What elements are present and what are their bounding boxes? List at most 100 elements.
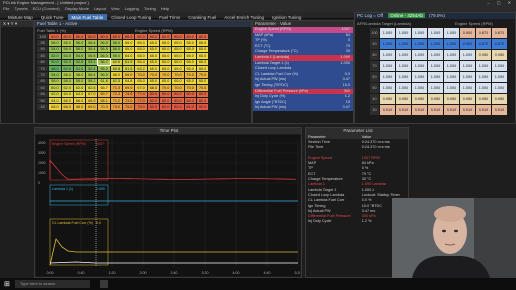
lambda-table-cell[interactable]: 1.000: [379, 38, 396, 50]
lambda-table-cell[interactable]: 0.950: [443, 93, 460, 105]
lambda-table-cell[interactable]: 1.000: [379, 27, 396, 39]
fuel-table-cell[interactable]: 75.0: [122, 103, 136, 111]
fuel-table-cell[interactable]: 82.0: [146, 103, 160, 111]
lambda-table-cell[interactable]: 0.900: [459, 27, 476, 39]
lambda-table-cell[interactable]: 1.000: [427, 82, 444, 94]
lambda-table-cell[interactable]: 1.000: [379, 71, 396, 83]
fuel-table-cell[interactable]: 66.0: [48, 103, 62, 111]
fuel-table-title: Fuel Table 1 - Active: [37, 21, 78, 26]
lambda-table-cell[interactable]: 0.870: [491, 38, 508, 50]
lambda-table-cell[interactable]: 1.000: [395, 49, 412, 61]
lambda-table-cell[interactable]: 1.000: [459, 60, 476, 72]
time-plot-chart[interactable]: 0:00 0:40 1:20 2:00 2:40 3:20 4:00 4:40 5:20 4000…: [36, 135, 300, 276]
lambda-table-cell[interactable]: 1.000: [491, 71, 508, 83]
menu-item-2[interactable]: ECU (Connect): [33, 6, 60, 11]
lambda-table-cell[interactable]: 0.870: [475, 27, 492, 39]
lambda-table-cell[interactable]: 0.910: [443, 104, 460, 116]
lambda-table-cell[interactable]: 1.000: [475, 71, 492, 83]
lambda-table-cell[interactable]: 1.000: [427, 60, 444, 72]
lambda-table-cell[interactable]: 1.000: [491, 82, 508, 94]
lambda-table-cell[interactable]: 1.000: [443, 49, 460, 61]
lambda-table-cell[interactable]: 1.000: [443, 82, 460, 94]
lambda-table-cell[interactable]: 0.910: [395, 104, 412, 116]
lambda-table-cell[interactable]: 0.950: [459, 93, 476, 105]
taskbar-app-icon[interactable]: [100, 280, 108, 288]
lambda-table-cell[interactable]: 1.000: [443, 60, 460, 72]
fuel-table-cell[interactable]: 82.0: [195, 103, 210, 111]
lambda-table-cell[interactable]: 1.000: [411, 38, 428, 50]
lambda-table-cell[interactable]: 1.000: [411, 27, 428, 39]
lambda-table-cell[interactable]: 1.000: [379, 49, 396, 61]
fuel-table-cell[interactable]: 68.0: [72, 103, 87, 111]
lambda-table-grid[interactable]: 100 1.000 1.000 1.000 1.000 1.000 0.900 0.870 0.…: [369, 27, 508, 116]
fuel-table-cell[interactable]: 70.0: [97, 103, 111, 111]
lambda-table-cell[interactable]: 1.000: [411, 49, 428, 61]
online-status-badge: Online - 4254Ab: [388, 13, 425, 18]
lambda-table-cell[interactable]: 0.950: [427, 93, 444, 105]
lambda-table-cell[interactable]: 0.910: [379, 104, 396, 116]
lambda-table-cell[interactable]: 0.870: [491, 27, 508, 39]
parameter-name: Inj Actual PW (ms): [255, 105, 287, 110]
lambda-table-cell[interactable]: 1.000: [395, 27, 412, 39]
lambda-table-cell[interactable]: 1.000: [443, 27, 460, 39]
fuel-table-cell[interactable]: 73.0: [109, 103, 124, 111]
menu-item-0[interactable]: File: [3, 6, 9, 11]
lambda-table-cell[interactable]: 1.000: [395, 60, 412, 72]
lambda-table-cell[interactable]: 1.000: [459, 82, 476, 94]
menu-item-7[interactable]: Tuning: [144, 6, 156, 11]
taskbar-search-input[interactable]: Type here to search: [15, 280, 90, 288]
lambda-table-cell[interactable]: 1.000: [395, 71, 412, 83]
lambda-table-cell[interactable]: 1.000: [379, 60, 396, 72]
fuel-table-cell[interactable]: 82.0: [171, 103, 185, 111]
fuel-table-cell[interactable]: 82.0: [183, 103, 197, 111]
menu-item-8[interactable]: Help: [161, 6, 169, 11]
lambda-table-cell[interactable]: 1.000: [427, 49, 444, 61]
lambda-table-cell[interactable]: 0.910: [427, 104, 444, 116]
plot-y-tick-label: 3000: [38, 151, 46, 155]
lambda-table-cell[interactable]: 1.000: [459, 71, 476, 83]
fuel-table-cell[interactable]: 82.0: [158, 103, 173, 111]
lambda-table-cell[interactable]: 0.910: [459, 104, 476, 116]
fuel-table-side-panel: X ▾ Y ▾: [0, 20, 34, 124]
lambda-table-cell[interactable]: 1.000: [427, 71, 444, 83]
lambda-table-cell[interactable]: 0.950: [475, 49, 492, 61]
pc-log-status[interactable]: PC Log = Off: [357, 13, 383, 18]
lambda-table-cell[interactable]: 0.910: [411, 104, 428, 116]
menu-item-5[interactable]: View: [111, 6, 120, 11]
plot-background: [36, 135, 300, 276]
lambda-table-cell[interactable]: 0.950: [379, 93, 396, 105]
lambda-table-cell[interactable]: 0.870: [475, 38, 492, 50]
menu-item-4[interactable]: Layout: [94, 6, 106, 11]
lambda-table-cell[interactable]: 1.000: [491, 60, 508, 72]
lambda-table-cell[interactable]: 0.910: [491, 104, 508, 116]
fuel-table-cell[interactable]: 69.0: [85, 103, 99, 111]
lambda-table-cell[interactable]: 1.000: [411, 82, 428, 94]
lambda-table-cell[interactable]: 0.910: [475, 104, 492, 116]
lambda-table-cell[interactable]: 1.000: [395, 38, 412, 50]
lambda-table-cell[interactable]: 1.000: [443, 71, 460, 83]
fuel-table-cell[interactable]: 79.0: [134, 103, 148, 111]
lambda-table-cell[interactable]: 1.000: [427, 27, 444, 39]
lambda-table-cell[interactable]: 0.950: [411, 93, 428, 105]
lambda-table-cell[interactable]: 1.000: [459, 49, 476, 61]
menu-item-6[interactable]: Logging: [125, 6, 139, 11]
lambda-table-cell[interactable]: 1.000: [411, 60, 428, 72]
lambda-table-cell[interactable]: 1.000: [475, 82, 492, 94]
lambda-table-cell[interactable]: 1.000: [443, 38, 460, 50]
lambda-table-cell[interactable]: 0.950: [475, 93, 492, 105]
lambda-table-cell[interactable]: 1.000: [427, 38, 444, 50]
menu-item-3[interactable]: Display Mode: [65, 6, 89, 11]
windows-start-icon[interactable]: ⊞: [4, 280, 10, 288]
lambda-table-cell[interactable]: 0.950: [395, 93, 412, 105]
lambda-table-cell[interactable]: 0.950: [491, 93, 508, 105]
lambda-table-cell[interactable]: 0.900: [459, 38, 476, 50]
fuel-table-cell[interactable]: 68.0: [60, 103, 74, 111]
lambda-table-cell[interactable]: 1.000: [395, 82, 412, 94]
lambda-table-cell[interactable]: 1.000: [411, 71, 428, 83]
menu-item-1[interactable]: Tyrnets: [14, 6, 27, 11]
lambda-table-cell[interactable]: 0.950: [491, 49, 508, 61]
fuel-table-grid[interactable]: 100 80.0 80.0 80.0 80.0 80.0 80.0 80.0 80.0 80.0 8…: [35, 32, 210, 111]
lambda-table-cell[interactable]: 1.000: [379, 82, 396, 94]
lambda-table-cell[interactable]: 1.000: [475, 60, 492, 72]
lambda-table-row: 100 1.000 1.000 1.000 1.000 1.000 0.900 0.870 0.…: [369, 27, 508, 39]
